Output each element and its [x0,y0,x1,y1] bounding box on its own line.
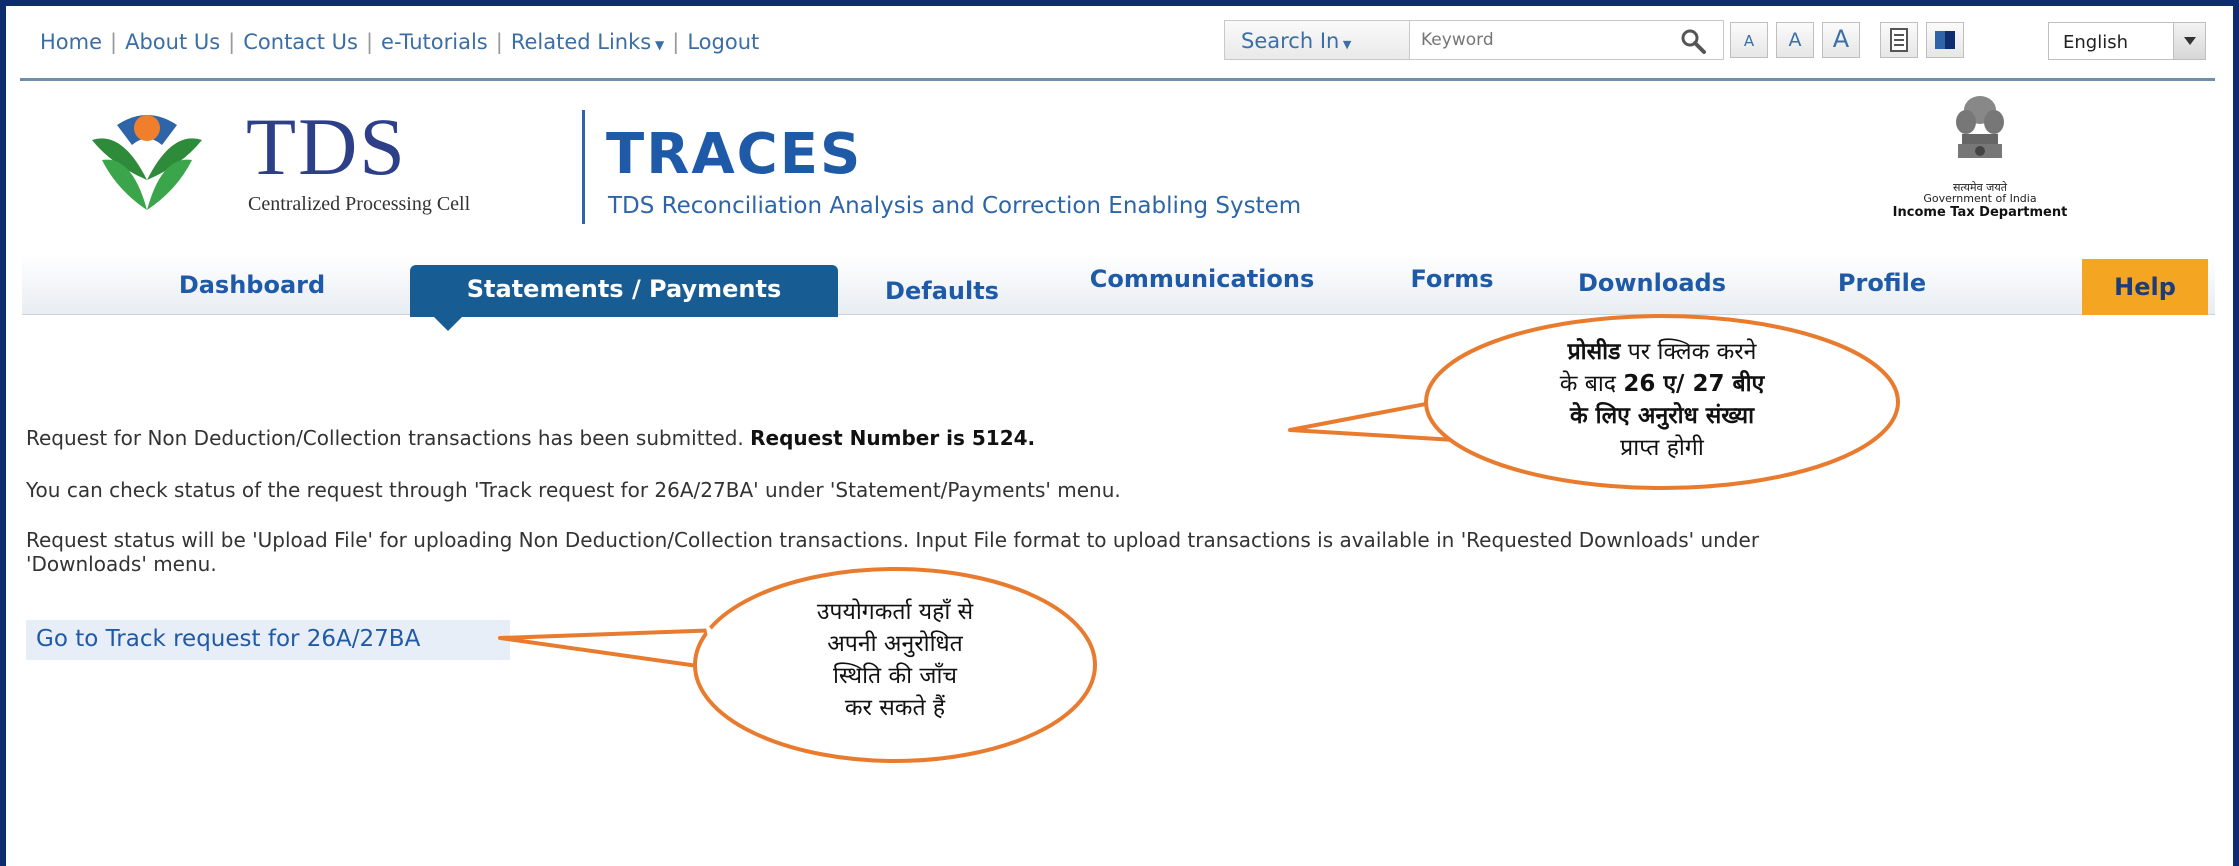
status-check-message: You can check status of the request thro… [26,478,1121,502]
top-utility-bar: Home | About Us | Contact Us | e-Tutorials | Rel… [14,12,2219,72]
search-icon[interactable] [1678,27,1708,55]
header-divider [20,78,2215,81]
e-tutorials-link[interactable]: e-Tutorials [381,30,488,54]
callout-top-line1-rest: पर क्लिक करने [1620,339,1757,365]
contrast-icon [1935,31,1955,49]
print-button[interactable] [1880,22,1918,58]
chevron-down-icon [2173,23,2205,59]
related-links-label: Related Links [510,30,652,54]
callout-top-line3: के लिए अनुरोध संख्या [1486,400,1838,432]
upload-info-line2: 'Downloads' menu. [26,552,217,576]
traces-subtitle: TDS Reconciliation Analysis and Correcti… [608,193,1302,219]
contact-us-link[interactable]: Contact Us [243,30,358,54]
tds-logo-text: TDS [246,101,407,192]
font-increase-button[interactable]: A [1822,22,1860,58]
top-links: Home | About Us | Contact Us | e-Tutorials | Rel… [40,30,760,54]
font-decrease-button[interactable]: A [1730,22,1768,58]
callout-top-line2-bold: 26 ए/ 27 बीए [1623,371,1765,397]
traces-title: TRACES [606,122,863,187]
government-emblem-icon [1956,96,2004,158]
search-input[interactable] [1415,21,1665,59]
submission-text: Request for Non Deduction/Collection tra… [26,426,744,450]
callout-top-line2-prefix: के बाद [1559,371,1624,397]
callout-top-line1-bold: प्रोसीड [1567,339,1621,365]
callout-bottom-line4: कर सकते हैं [844,695,946,721]
callout-bottom-line1: उपयोगकर्ता यहाँ से [816,599,974,625]
caret-down-icon: ▼ [1339,38,1352,51]
gov-of-india-text: Government of India [1923,192,2037,205]
about-us-link[interactable]: About Us [125,30,220,54]
callout-top-text: प्रोसीड पर क्लिक करने के बाद 26 ए/ 27 बी… [1486,336,1838,464]
contrast-button[interactable] [1926,22,1964,58]
tds-logo-icon [92,115,202,210]
nav-dashboard[interactable]: Dashboard [122,255,382,315]
tds-subtitle: Centralized Processing Cell [248,193,471,215]
nav-statements-payments[interactable]: Statements / Payments [410,265,838,331]
main-nav: Dashboard Statements / Payments Defaults… [22,255,2215,331]
related-links-menu[interactable]: Related Links ▼ [511,30,664,54]
nav-defaults[interactable]: Defaults [862,261,1022,321]
nav-profile[interactable]: Profile [1802,255,1962,315]
search-in-label: Search In [1241,29,1340,53]
logout-link[interactable]: Logout [687,30,759,54]
submission-message: Request for Non Deduction/Collection tra… [26,426,1035,450]
nav-help[interactable]: Help [2082,259,2208,315]
callout-top-line4: प्राप्त होगी [1620,435,1704,461]
language-selected-label: English [2063,32,2128,53]
income-tax-dept-text: Income Tax Department [1892,205,2068,220]
logo-divider [582,110,585,224]
caret-down-icon: ▼ [651,38,665,52]
callout-top-line1: प्रोसीड पर क्लिक करने [1486,336,1838,368]
callout-bottom-line2: अपनी अनुरोधित [827,631,963,657]
callout-top-line3-bold: के लिए अनुरोध संख्या [1569,403,1755,429]
callout-bottom-text: उपयोगकर्ता यहाँ से अपनी अनुरोधित स्थिति … [745,596,1045,724]
upload-info-line1: Request status will be 'Upload File' for… [26,528,1760,552]
search-box: Search In ▼ [1224,20,1724,60]
search-in-dropdown[interactable]: Search In ▼ [1225,21,1410,59]
callout-bottom-line3: स्थिति की जाँच [832,663,958,689]
callout-top-line2: के बाद 26 ए/ 27 बीए [1486,368,1838,400]
home-link[interactable]: Home [40,30,102,54]
request-number: Request Number is 5124. [750,426,1036,450]
font-normal-button[interactable]: A [1776,22,1814,58]
language-select[interactable]: English [2048,22,2206,60]
nav-downloads[interactable]: Downloads [1542,255,1762,315]
track-request-link[interactable]: Go to Track request for 26A/27BA [26,620,510,660]
nav-forms[interactable]: Forms [1392,255,1512,315]
nav-communications[interactable]: Communications [1082,255,1322,315]
print-icon [1890,28,1908,52]
